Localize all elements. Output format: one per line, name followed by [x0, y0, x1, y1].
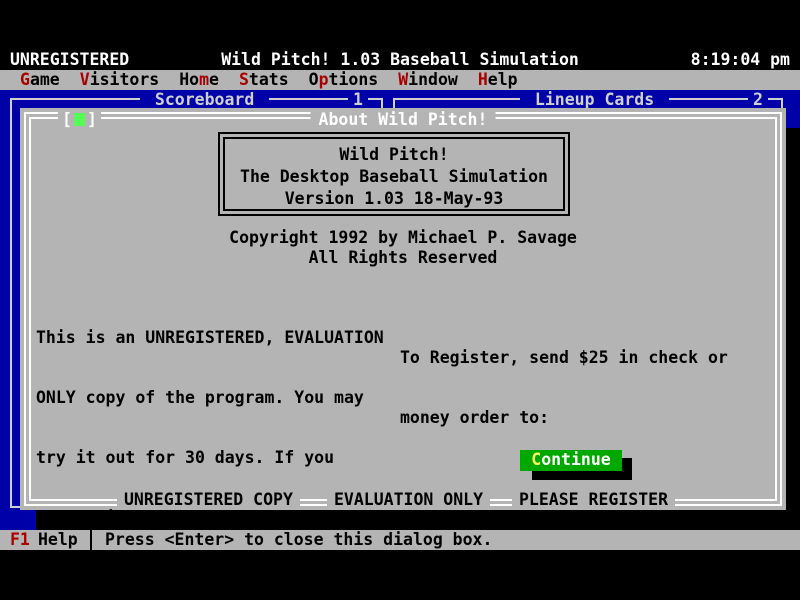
app-title-bar: UNREGISTERED Wild Pitch! 1.03 Baseball S… [0, 50, 800, 70]
menu-bar: Game Visitors Home Stats Options Window … [0, 70, 800, 90]
menu-options[interactable]: Options [309, 70, 379, 90]
product-name: Wild Pitch! [225, 144, 563, 166]
menu-window[interactable]: Window [398, 70, 458, 90]
dialog-close-button[interactable]: [] [58, 110, 101, 130]
product-version: Version 1.03 18-May-93 [225, 188, 563, 210]
version-box: Wild Pitch! The Desktop Baseball Simulat… [218, 132, 570, 216]
product-subtitle: The Desktop Baseball Simulation [225, 166, 563, 188]
evaluation-paragraph: This is an UNREGISTERED, EVALUATION ONLY… [36, 288, 408, 550]
f1-key-label[interactable]: Help [38, 530, 78, 550]
status-bar: F1 Help Press <Enter> to close this dial… [0, 530, 800, 550]
dialog-shadow-right [786, 128, 800, 530]
continue-button[interactable]: Continue [520, 450, 622, 471]
rights-line: All Rights Reserved [20, 248, 786, 268]
app-title: Wild Pitch! 1.03 Baseball Simulation [221, 50, 579, 70]
register-line: To Register, send $25 in check or [400, 348, 772, 368]
status-message: Press <Enter> to close this dialog box. [105, 530, 492, 550]
window-scoreboard-title[interactable]: Scoreboard [140, 90, 269, 110]
window-lineup-title[interactable]: Lineup Cards [520, 90, 669, 110]
dialog-title: About Wild Pitch! [311, 110, 496, 130]
register-line: money order to: [400, 408, 772, 428]
window-lineup-number: 2 [748, 90, 768, 110]
register-info-block: To Register, send $25 in check or money … [400, 308, 772, 550]
copyright-line: Copyright 1992 by Michael P. Savage [20, 228, 786, 248]
window-scoreboard-number: 1 [348, 90, 368, 110]
about-dialog: [] About Wild Pitch! Wild Pitch! The Des… [20, 108, 786, 510]
dos-screen: UNREGISTERED Wild Pitch! 1.03 Baseball S… [0, 50, 800, 550]
menu-home[interactable]: Home [179, 70, 219, 90]
menu-game[interactable]: Game [20, 70, 60, 90]
menu-help[interactable]: Help [478, 70, 518, 90]
clock: 8:19:04 pm [691, 50, 790, 70]
close-icon [74, 113, 85, 126]
badge-evaluation-only: EVALUATION ONLY [327, 490, 490, 510]
f1-key-hint[interactable]: F1 [10, 530, 30, 550]
status-divider [90, 530, 92, 550]
badge-please-register: PLEASE REGISTER [512, 490, 675, 510]
menu-stats[interactable]: Stats [239, 70, 289, 90]
copyright-block: Copyright 1992 by Michael P. Savage All … [20, 228, 786, 268]
registration-status: UNREGISTERED [10, 50, 129, 70]
menu-visitors[interactable]: Visitors [80, 70, 159, 90]
badge-unregistered-copy: UNREGISTERED COPY [117, 490, 300, 510]
